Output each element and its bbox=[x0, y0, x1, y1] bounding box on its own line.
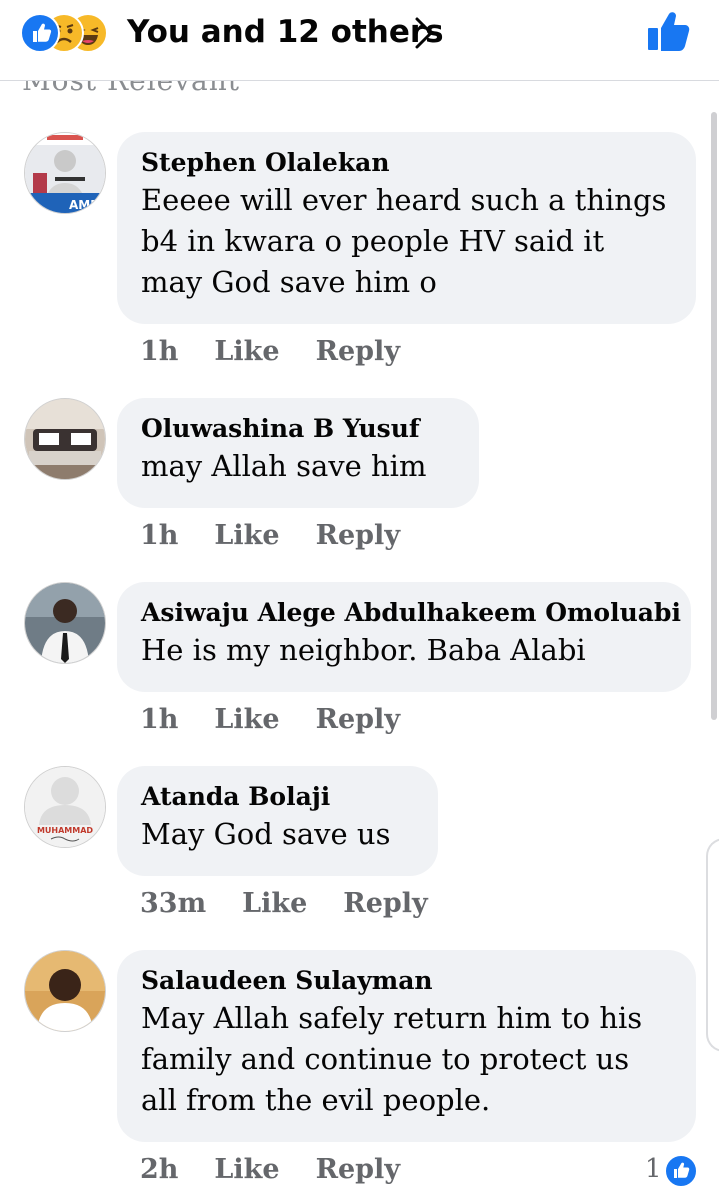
comment-bubble[interactable]: Oluwashina B Yusuf may Allah save him bbox=[117, 398, 479, 508]
reactions-header: You and 12 others bbox=[0, 0, 719, 81]
like-icon[interactable] bbox=[664, 1154, 698, 1188]
thumbs-up-icon[interactable] bbox=[646, 10, 692, 52]
comment-time: 1h bbox=[140, 704, 179, 735]
comment-author[interactable]: Salaudeen Sulayman bbox=[141, 964, 672, 998]
comment-actions: 1h Like Reply bbox=[140, 520, 436, 551]
chevron-right-icon[interactable] bbox=[413, 16, 435, 50]
like-link[interactable]: Like bbox=[214, 520, 279, 551]
like-link[interactable]: Like bbox=[214, 1154, 279, 1185]
comment-bubble[interactable]: Atanda Bolaji May God save us bbox=[117, 766, 438, 876]
comment-author[interactable]: Atanda Bolaji bbox=[141, 780, 414, 814]
reply-link[interactable]: Reply bbox=[343, 888, 427, 919]
comment-time: 1h bbox=[140, 520, 179, 551]
comment-time: 2h bbox=[140, 1154, 179, 1185]
comment-text: may Allah save him bbox=[141, 449, 427, 483]
like-link[interactable]: Like bbox=[214, 704, 279, 735]
comment-time: 1h bbox=[140, 336, 179, 367]
avatar-overlay-text: AME bbox=[69, 198, 98, 212]
like-icon bbox=[20, 13, 60, 53]
avatar[interactable] bbox=[24, 950, 106, 1032]
avatar[interactable]: MUHAMMAD bbox=[24, 766, 106, 848]
comment-author[interactable]: Oluwashina B Yusuf bbox=[141, 412, 455, 446]
reply-link[interactable]: Reply bbox=[316, 704, 400, 735]
comment-text: Eeeee will ever heard such a things b4 i… bbox=[141, 183, 667, 299]
comment-text: He is my neighbor. Baba Alabi bbox=[141, 633, 586, 667]
avatar[interactable]: AME bbox=[24, 132, 106, 214]
like-link[interactable]: Like bbox=[214, 336, 279, 367]
comment-actions: 1h Like Reply bbox=[140, 704, 436, 735]
avatar-overlay-text: MUHAMMAD bbox=[37, 826, 93, 835]
comment-bubble[interactable]: Asiwaju Alege Abdulhakeem Omoluabi He is… bbox=[117, 582, 691, 692]
comment-author[interactable]: Asiwaju Alege Abdulhakeem Omoluabi bbox=[141, 596, 681, 630]
avatar[interactable] bbox=[24, 582, 106, 664]
comment-actions: 2h Like Reply bbox=[140, 1154, 436, 1185]
reaction-count[interactable]: 1 bbox=[645, 1154, 662, 1184]
comment-author[interactable]: Stephen Olalekan bbox=[141, 146, 672, 180]
comment-actions: 33m Like Reply bbox=[140, 888, 464, 919]
comment-bubble[interactable]: Salaudeen Sulayman May Allah safely retu… bbox=[117, 950, 696, 1142]
side-handle[interactable] bbox=[706, 838, 719, 1052]
comment-text: May Allah safely return him to his famil… bbox=[141, 1001, 643, 1117]
scrollbar[interactable] bbox=[711, 112, 717, 720]
reply-link[interactable]: Reply bbox=[316, 336, 400, 367]
reaction-summary[interactable]: You and 12 others bbox=[127, 12, 444, 52]
comment-text: May God save us bbox=[141, 817, 391, 851]
comment-actions: 1h Like Reply bbox=[140, 336, 436, 367]
avatar[interactable] bbox=[24, 398, 106, 480]
reply-link[interactable]: Reply bbox=[316, 1154, 400, 1185]
reply-link[interactable]: Reply bbox=[316, 520, 400, 551]
comment-time: 33m bbox=[140, 888, 207, 919]
like-link[interactable]: Like bbox=[242, 888, 307, 919]
comment-bubble[interactable]: Stephen Olalekan Eeeee will ever heard s… bbox=[117, 132, 696, 324]
